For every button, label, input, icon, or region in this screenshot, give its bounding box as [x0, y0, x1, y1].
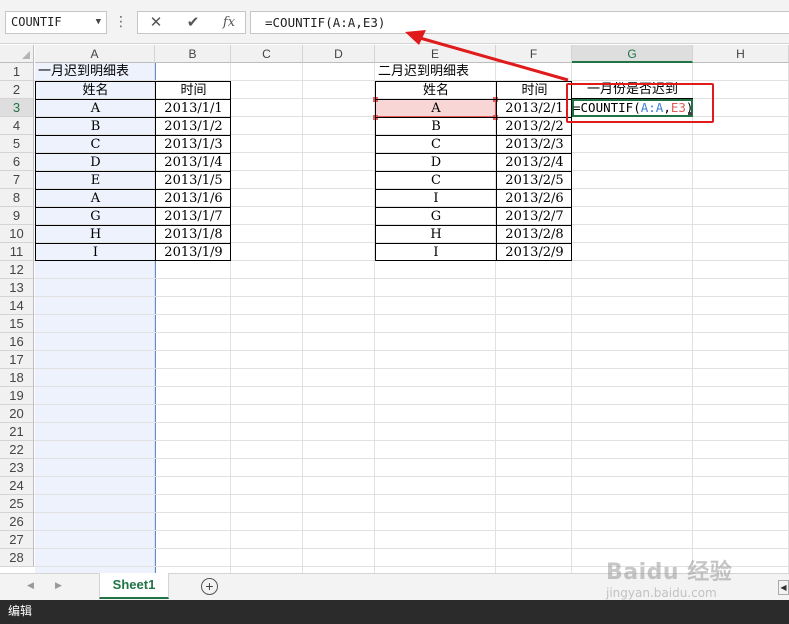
- jan-table-border: [35, 81, 231, 261]
- sheet-tab-sheet1[interactable]: Sheet1: [99, 573, 169, 599]
- row-header-16[interactable]: 16: [0, 333, 34, 351]
- column-header-a[interactable]: A: [35, 45, 155, 63]
- chevron-down-icon[interactable]: ▼: [96, 12, 101, 33]
- gridline-horizontal: [34, 332, 789, 333]
- row-header-12[interactable]: 12: [0, 261, 34, 279]
- row-header-28[interactable]: 28: [0, 549, 34, 567]
- vertical-dots-icon[interactable]: ⋮: [114, 13, 128, 29]
- triangle-right-icon[interactable]: ▶: [55, 580, 62, 591]
- scroll-left-button[interactable]: ◀: [778, 580, 789, 595]
- gridline-horizontal: [34, 368, 789, 369]
- insert-function-button[interactable]: fx: [217, 13, 241, 33]
- gridline-horizontal: [34, 458, 789, 459]
- worksheet-grid[interactable]: ABCDEFGH 1 2 3 4 5 6 7 8 9 10 11 12 13 14 15 16 17 18 19 20…: [0, 45, 789, 573]
- feb-table-title[interactable]: 二月迟到明细表: [375, 63, 496, 81]
- triangle-left-icon[interactable]: ◀: [27, 580, 34, 591]
- row-header-6[interactable]: 6: [0, 153, 34, 171]
- row-header-17[interactable]: 17: [0, 351, 34, 369]
- row-header-21[interactable]: 21: [0, 423, 34, 441]
- name-box-value: COUNTIF: [11, 15, 62, 29]
- formula-input[interactable]: =COUNTIF(A:A,E3): [250, 11, 789, 34]
- gridline-horizontal: [34, 566, 789, 567]
- gridline-horizontal: [34, 494, 789, 495]
- row-header-13[interactable]: 13: [0, 279, 34, 297]
- status-bar: 编辑: [0, 600, 789, 624]
- row-header-15[interactable]: 15: [0, 315, 34, 333]
- gridline-horizontal: [34, 278, 789, 279]
- column-header-e[interactable]: E: [375, 45, 496, 63]
- row-header-5[interactable]: 5: [0, 135, 34, 153]
- gridline-vertical: [302, 63, 303, 573]
- select-all-corner[interactable]: [0, 45, 34, 63]
- sheet-tab-bar: ◀ ▶ Sheet1 + ◀: [0, 573, 789, 600]
- column-header-c[interactable]: C: [231, 45, 303, 63]
- column-header-h[interactable]: H: [693, 45, 789, 63]
- check-icon[interactable]: ✔: [181, 13, 205, 33]
- status-mode: 编辑: [8, 604, 33, 618]
- gridline-horizontal: [34, 404, 789, 405]
- row-header-22[interactable]: 22: [0, 441, 34, 459]
- column-header-b[interactable]: B: [155, 45, 231, 63]
- plus-circle-icon[interactable]: +: [201, 578, 218, 595]
- formula-buttons: ✕ ✔ fx: [137, 11, 246, 34]
- gridline-horizontal: [34, 530, 789, 531]
- row-header-11[interactable]: 11: [0, 243, 34, 261]
- jan-table-title[interactable]: 一月迟到明细表: [35, 63, 155, 81]
- row-header-20[interactable]: 20: [0, 405, 34, 423]
- row-header-7[interactable]: 7: [0, 171, 34, 189]
- row-header-14[interactable]: 14: [0, 297, 34, 315]
- gridline-horizontal: [34, 476, 789, 477]
- gridline-horizontal: [34, 512, 789, 513]
- gridline-horizontal: [34, 440, 789, 441]
- row-header-18[interactable]: 18: [0, 369, 34, 387]
- column-header-f[interactable]: F: [496, 45, 572, 63]
- close-icon[interactable]: ✕: [144, 13, 168, 33]
- row-header-23[interactable]: 23: [0, 459, 34, 477]
- column-header-g[interactable]: G: [572, 45, 693, 63]
- gridline-horizontal: [34, 350, 789, 351]
- row-header-25[interactable]: 25: [0, 495, 34, 513]
- row-header-9[interactable]: 9: [0, 207, 34, 225]
- row-header-27[interactable]: 27: [0, 531, 34, 549]
- row-header-26[interactable]: 26: [0, 513, 34, 531]
- row-header-19[interactable]: 19: [0, 387, 34, 405]
- formula-bar: COUNTIF ▼ ⋮ ✕ ✔ fx =COUNTIF(A:A,E3): [0, 0, 789, 44]
- row-header-10[interactable]: 10: [0, 225, 34, 243]
- name-box[interactable]: COUNTIF ▼: [5, 11, 107, 34]
- gridline-horizontal: [34, 314, 789, 315]
- gridline-horizontal: [34, 296, 789, 297]
- row-header-1[interactable]: 1: [0, 63, 34, 81]
- row-header-24[interactable]: 24: [0, 477, 34, 495]
- row-header-2[interactable]: 2: [0, 81, 34, 99]
- row-header-3[interactable]: 3: [0, 99, 34, 117]
- gridline-vertical: [692, 63, 693, 573]
- gridline-horizontal: [34, 386, 789, 387]
- gridline-horizontal: [34, 548, 789, 549]
- column-header-d[interactable]: D: [303, 45, 375, 63]
- row-header-8[interactable]: 8: [0, 189, 34, 207]
- annotation-red-box: [566, 83, 714, 123]
- feb-table-border: [375, 81, 572, 261]
- gridline-horizontal: [34, 422, 789, 423]
- row-header-4[interactable]: 4: [0, 117, 34, 135]
